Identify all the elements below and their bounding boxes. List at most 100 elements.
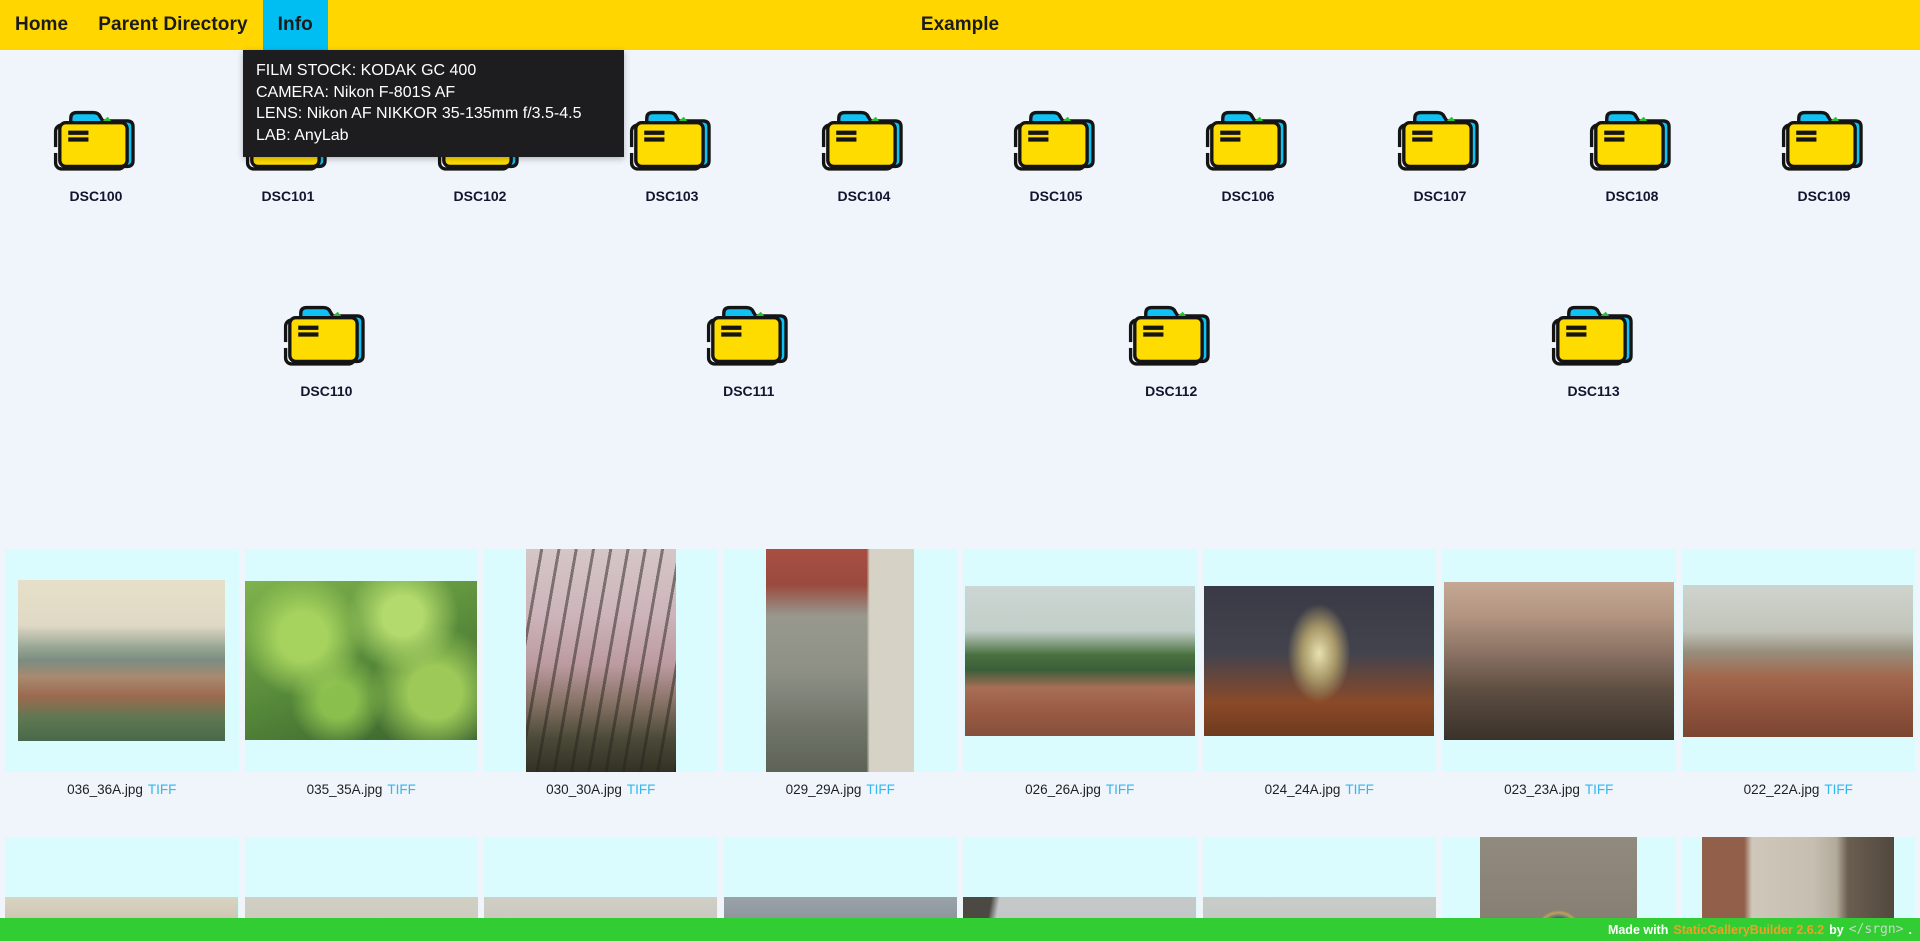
folder-label: DSC110 <box>300 383 352 399</box>
folder-item-dsc108[interactable]: DSC108 <box>1536 105 1728 204</box>
folder-icon <box>628 105 716 174</box>
photo-filename: 029_29A.jpg <box>786 782 862 797</box>
author-link[interactable]: </srgn> <box>1849 922 1904 937</box>
folder-label: DSC108 <box>1606 188 1659 204</box>
photo-grid-row1: 036_36A.jpgTIFF035_35A.jpgTIFF030_30A.jp… <box>0 549 1920 806</box>
folder-item-dsc104[interactable]: DSC104 <box>768 105 960 204</box>
tiff-link[interactable]: TIFF <box>1585 782 1614 797</box>
photo-cell <box>245 549 479 772</box>
folder-label: DSC102 <box>454 188 507 204</box>
folder-item-dsc100[interactable]: DSC100 <box>0 105 192 204</box>
nav-item-info[interactable]: Info <box>263 0 328 50</box>
photo-cell <box>724 549 958 772</box>
photo-thumbnail[interactable] <box>18 580 225 741</box>
folder-label: DSC107 <box>1414 188 1467 204</box>
folder-icon <box>1127 300 1215 369</box>
folder-label: DSC109 <box>1798 188 1851 204</box>
folder-item-dsc112[interactable]: DSC112 <box>1075 300 1267 399</box>
photo-cell <box>1682 549 1916 772</box>
tiff-link[interactable]: TIFF <box>1106 782 1135 797</box>
folder-icon <box>1550 300 1638 369</box>
photo-thumbnail[interactable] <box>1444 582 1674 740</box>
folder-item-dsc109[interactable]: DSC109 <box>1728 105 1920 204</box>
photo-thumbnail[interactable] <box>526 549 676 772</box>
tiff-link[interactable]: TIFF <box>627 782 656 797</box>
photo-filename: 026_26A.jpg <box>1025 782 1101 797</box>
photo-item: 035_35A.jpg TIFF <box>245 549 479 806</box>
photo-item: 029_29A.jpg TIFF <box>724 549 958 806</box>
info-tooltip: FILM STOCK: KODAK GC 400CAMERA: Nikon F-… <box>243 50 624 157</box>
folder-icon <box>705 300 793 369</box>
photo-cell <box>1442 549 1676 772</box>
footer-bar: Made with StaticGalleryBuilder 2.6.2 by … <box>0 918 1920 941</box>
photo-thumbnail[interactable] <box>965 586 1195 736</box>
photo-item: 026_26A.jpg TIFF <box>963 549 1197 806</box>
info-tooltip-line: LENS: Nikon AF NIKKOR 35-135mm f/3.5-4.5 <box>256 103 611 125</box>
folder-label: DSC104 <box>838 188 891 204</box>
photo-caption: 036_36A.jpg TIFF <box>5 772 239 806</box>
photo-filename: 035_35A.jpg <box>307 782 383 797</box>
folder-label: DSC106 <box>1222 188 1275 204</box>
photo-caption: 029_29A.jpg TIFF <box>724 772 958 806</box>
photo-caption: 026_26A.jpg TIFF <box>963 772 1197 806</box>
photo-cell <box>1203 549 1437 772</box>
nav-item-parent-directory[interactable]: Parent Directory <box>83 0 262 50</box>
folder-icon <box>1588 105 1676 174</box>
footer-dot: . <box>1909 923 1912 937</box>
builder-link[interactable]: StaticGalleryBuilder 2.6.2 <box>1673 923 1824 937</box>
photo-filename: 030_30A.jpg <box>546 782 622 797</box>
folder-item-dsc111[interactable]: DSC111 <box>653 300 845 399</box>
footer-by: by <box>1829 923 1844 937</box>
folder-label: DSC103 <box>646 188 699 204</box>
folder-item-dsc113[interactable]: DSC113 <box>1498 300 1690 399</box>
info-tooltip-line: LAB: AnyLab <box>256 125 611 147</box>
photo-item: 030_30A.jpg TIFF <box>484 549 718 806</box>
folder-item-dsc105[interactable]: DSC105 <box>960 105 1152 204</box>
tiff-link[interactable]: TIFF <box>1824 782 1853 797</box>
folder-icon <box>820 105 908 174</box>
folder-icon <box>1396 105 1484 174</box>
folder-icon <box>52 105 140 174</box>
photo-filename: 022_22A.jpg <box>1744 782 1820 797</box>
photo-filename: 036_36A.jpg <box>67 782 143 797</box>
folder-item-dsc107[interactable]: DSC107 <box>1344 105 1536 204</box>
photo-caption: 022_22A.jpg TIFF <box>1682 772 1916 806</box>
photo-thumbnail[interactable] <box>1683 585 1913 737</box>
info-tooltip-line: CAMERA: Nikon F-801S AF <box>256 82 611 104</box>
nav-item-home[interactable]: Home <box>0 0 83 50</box>
top-nav: HomeParent DirectoryInfo Example <box>0 0 1920 50</box>
folder-icon <box>282 300 370 369</box>
photo-item: 023_23A.jpg TIFF <box>1442 549 1676 806</box>
photo-thumbnail[interactable] <box>1204 586 1434 736</box>
photo-cell <box>5 549 239 772</box>
photo-cell <box>963 549 1197 772</box>
photo-thumbnail[interactable] <box>766 549 914 772</box>
folder-icon <box>1780 105 1868 174</box>
folder-label: DSC111 <box>723 383 774 399</box>
folder-label: DSC112 <box>1145 383 1197 399</box>
folder-label: DSC100 <box>70 188 123 204</box>
photo-filename: 024_24A.jpg <box>1265 782 1341 797</box>
folder-item-dsc106[interactable]: DSC106 <box>1152 105 1344 204</box>
tiff-link[interactable]: TIFF <box>1345 782 1374 797</box>
photo-caption: 030_30A.jpg TIFF <box>484 772 718 806</box>
photo-thumbnail[interactable] <box>245 581 477 740</box>
photo-filename: 023_23A.jpg <box>1504 782 1580 797</box>
tiff-link[interactable]: TIFF <box>387 782 416 797</box>
photo-caption: 035_35A.jpg TIFF <box>245 772 479 806</box>
folder-icon <box>1012 105 1100 174</box>
folder-item-dsc110[interactable]: DSC110 <box>230 300 422 399</box>
photo-caption: 024_24A.jpg TIFF <box>1203 772 1437 806</box>
folder-label: DSC101 <box>262 188 315 204</box>
photo-item: 036_36A.jpg TIFF <box>5 549 239 806</box>
folder-grid: DSC100 DSC101 DSC102 DSC103 DSC104 <box>0 105 1920 495</box>
photo-cell <box>484 549 718 772</box>
folder-icon <box>1204 105 1292 174</box>
tiff-link[interactable]: TIFF <box>148 782 177 797</box>
tiff-link[interactable]: TIFF <box>866 782 895 797</box>
folder-label: DSC113 <box>1567 383 1619 399</box>
photo-item: 022_22A.jpg TIFF <box>1682 549 1916 806</box>
photo-caption: 023_23A.jpg TIFF <box>1442 772 1676 806</box>
folder-label: DSC105 <box>1030 188 1083 204</box>
photo-item: 024_24A.jpg TIFF <box>1203 549 1437 806</box>
